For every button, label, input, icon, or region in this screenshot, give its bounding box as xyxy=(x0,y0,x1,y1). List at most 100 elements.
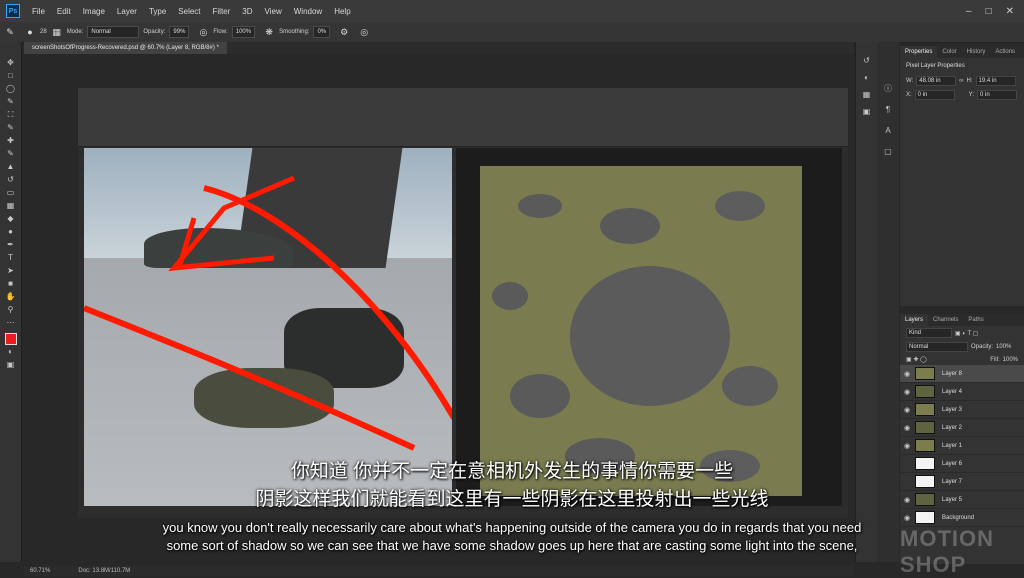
path-select-icon[interactable]: ➤ xyxy=(4,264,18,277)
smoothing-field[interactable]: 0% xyxy=(313,26,331,38)
maximize-icon[interactable]: □ xyxy=(986,6,992,17)
lasso-tool-icon[interactable]: ◯ xyxy=(4,82,18,95)
fill-label: Fill: xyxy=(990,356,1000,363)
doc-size: Doc: 13.8M/110.7M xyxy=(78,568,131,574)
x-label: X: xyxy=(906,92,912,98)
tab-properties[interactable]: Properties xyxy=(900,46,938,58)
eraser-icon[interactable]: ▭ xyxy=(4,186,18,199)
menu-file[interactable]: File xyxy=(26,7,51,16)
tab-actions[interactable]: Actions xyxy=(990,49,1020,55)
layer-opacity-value[interactable]: 100% xyxy=(996,344,1011,350)
eye-icon[interactable]: ◉ xyxy=(904,424,912,432)
link-icon[interactable]: ∞ xyxy=(959,78,963,84)
layer-row[interactable]: ◉ Layer 1 xyxy=(900,437,1024,455)
minimize-icon[interactable]: – xyxy=(966,6,972,17)
menu-window[interactable]: Window xyxy=(288,7,328,16)
crop-tool-icon[interactable]: ⛶ xyxy=(4,108,18,121)
pressure-opacity-icon[interactable]: ◎ xyxy=(197,26,209,38)
swatches-icon[interactable]: ▦ xyxy=(860,88,874,101)
screen-mode-icon[interactable]: ▣ xyxy=(4,358,18,371)
layer-row[interactable]: ◉ Layer 2 xyxy=(900,419,1024,437)
gear-icon[interactable]: ⚙ xyxy=(338,26,350,38)
menu-3d[interactable]: 3D xyxy=(236,7,258,16)
layer-thumbnail xyxy=(915,403,935,416)
tab-channels[interactable]: Channels xyxy=(928,317,963,323)
stamp-tool-icon[interactable]: ▲ xyxy=(4,160,18,173)
subtitle-en-line2: some sort of shadow so we can see that w… xyxy=(166,538,858,553)
pen-tool-icon[interactable]: ✒ xyxy=(4,238,18,251)
dodge-tool-icon[interactable]: ● xyxy=(4,225,18,238)
paragraph-icon[interactable]: ¶ xyxy=(881,103,895,116)
close-icon[interactable]: ✕ xyxy=(1006,6,1014,17)
filter-icons[interactable]: ▣ ◐ T ▢ xyxy=(955,330,978,337)
airbrush-icon[interactable]: ❋ xyxy=(263,26,275,38)
tab-color[interactable]: Color xyxy=(937,49,961,55)
quick-mask-icon[interactable]: ◐ xyxy=(4,345,18,358)
layer-row[interactable]: ◉ Layer 3 xyxy=(900,401,1024,419)
hand-tool-icon[interactable]: ✋ xyxy=(4,290,18,303)
menu-type[interactable]: Type xyxy=(143,7,172,16)
menu-select[interactable]: Select xyxy=(172,7,206,16)
adjustments-icon[interactable]: ◐ xyxy=(860,71,874,84)
height-field[interactable]: 19.4 in xyxy=(975,76,1016,86)
document-canvas[interactable] xyxy=(78,88,848,518)
eye-icon[interactable]: ◉ xyxy=(904,388,912,396)
brush-preset-icon[interactable]: ● xyxy=(24,26,36,38)
tab-layers[interactable]: Layers xyxy=(900,314,929,326)
info-icon[interactable]: ⓘ xyxy=(881,82,895,95)
eye-icon[interactable]: ◉ xyxy=(904,370,912,378)
subtitle-zh-line1: 你知道 你并不一定在意相机外发生的事情你需要一些 xyxy=(290,461,734,482)
layer-filter-kind[interactable]: Kind xyxy=(906,328,952,338)
zoom-tool-icon[interactable]: ⚲ xyxy=(4,303,18,316)
lock-icons[interactable]: ▣ ✚ ◯ xyxy=(906,356,927,363)
fill-value[interactable]: 100% xyxy=(1003,357,1018,363)
glyphs-icon[interactable]: ▢ xyxy=(881,145,895,158)
healing-brush-icon[interactable]: ✚ xyxy=(4,134,18,147)
brush-tool-icon[interactable]: ✎ xyxy=(4,26,16,38)
blend-mode-select[interactable]: Normal xyxy=(906,342,968,352)
pressure-size-icon[interactable]: ◎ xyxy=(358,26,370,38)
marquee-tool-icon[interactable]: □ xyxy=(4,69,18,82)
foreground-color-swatch[interactable] xyxy=(4,333,17,345)
brush-tool-icon[interactable]: ✎ xyxy=(4,147,18,160)
more-tools-icon[interactable]: ⋯ xyxy=(4,316,18,329)
type-tool-icon[interactable]: T xyxy=(4,251,18,264)
brush-panel-icon[interactable]: ▦ xyxy=(51,26,63,38)
zoom-level[interactable]: 60.71% xyxy=(30,568,50,574)
blur-tool-icon[interactable]: ◆ xyxy=(4,212,18,225)
menu-filter[interactable]: Filter xyxy=(207,7,237,16)
menu-help[interactable]: Help xyxy=(328,7,356,16)
flow-field[interactable]: 100% xyxy=(231,26,256,38)
menu-edit[interactable]: Edit xyxy=(51,7,77,16)
quick-select-icon[interactable]: ✎ xyxy=(4,95,18,108)
layer-row[interactable]: ◉ Layer 4 xyxy=(900,383,1024,401)
menu-layer[interactable]: Layer xyxy=(111,7,143,16)
tab-history[interactable]: History xyxy=(962,49,991,55)
move-tool-icon[interactable]: ✥ xyxy=(4,56,18,69)
eye-icon[interactable]: ◉ xyxy=(904,442,912,450)
width-label: W: xyxy=(906,78,914,84)
libraries-icon[interactable]: ▣ xyxy=(860,105,874,118)
menu-image[interactable]: Image xyxy=(77,7,111,16)
gradient-icon[interactable]: ▦ xyxy=(4,199,18,212)
layer-row[interactable]: ◉ Layer 8 xyxy=(900,365,1024,383)
y-label: Y: xyxy=(968,92,975,98)
width-field[interactable]: 48.08 in xyxy=(916,76,957,86)
height-label: H: xyxy=(966,78,973,84)
rectangle-tool-icon[interactable]: ■ xyxy=(4,277,18,290)
y-field[interactable]: 0 in xyxy=(977,90,1018,100)
tab-paths[interactable]: Paths xyxy=(963,317,988,323)
menu-view[interactable]: View xyxy=(259,7,288,16)
photoshop-logo: Ps xyxy=(6,4,20,18)
eye-icon[interactable]: ◉ xyxy=(904,406,912,414)
layer-thumbnail xyxy=(915,367,935,380)
character-icon[interactable]: A xyxy=(881,124,895,137)
document-tab[interactable]: screenShotsOfProgress-Recovered.psd @ 60… xyxy=(24,42,227,54)
history-icon[interactable]: ↺ xyxy=(860,54,874,67)
history-brush-icon[interactable]: ↺ xyxy=(4,173,18,186)
x-field[interactable]: 0 in xyxy=(914,90,955,100)
eyedropper-icon[interactable]: ✎ xyxy=(4,121,18,134)
layer-name: Layer 3 xyxy=(942,406,963,413)
opacity-field[interactable]: 99% xyxy=(169,26,190,38)
mode-select[interactable]: Normal xyxy=(87,26,140,38)
